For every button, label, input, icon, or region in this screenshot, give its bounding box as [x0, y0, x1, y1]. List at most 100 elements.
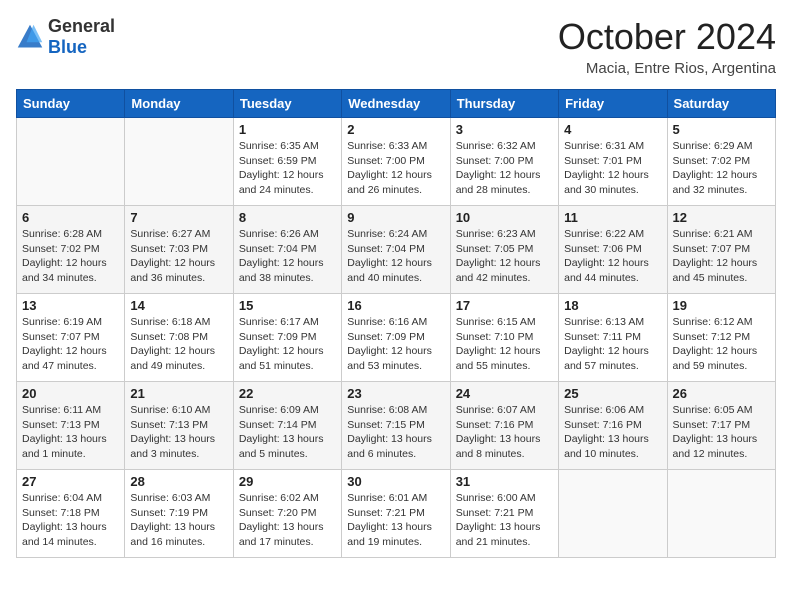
day-number: 13	[22, 298, 119, 313]
calendar-table: SundayMondayTuesdayWednesdayThursdayFrid…	[16, 89, 776, 558]
calendar-cell: 1Sunrise: 6:35 AMSunset: 6:59 PMDaylight…	[233, 118, 341, 206]
calendar-cell: 25 Sunrise: 6:06 AMSunset: 7:16 PMDayligh…	[559, 382, 667, 470]
calendar-week-row: 27Sunrise: 6:04 AMSunset: 7:18 PMDayligh…	[17, 470, 776, 558]
day-detail: Sunrise: 6:08 AMSunset: 7:15 PMDaylight:…	[347, 403, 444, 462]
day-number: 26	[673, 386, 770, 401]
day-number: 1	[239, 122, 336, 137]
calendar-cell: 16 Sunrise: 6:16 AMSunset: 7:09 PMDayligh…	[342, 294, 450, 382]
day-detail: Sunrise: 6:13 AMSunset: 7:11 PMDaylight:…	[564, 315, 661, 374]
day-detail: Sunrise: 6:15 AMSunset: 7:10 PMDaylight:…	[456, 315, 553, 374]
day-detail: Sunrise: 6:28 AMSunset: 7:02 PMDaylight:…	[22, 227, 119, 286]
day-detail: Sunrise: 6:19 AMSunset: 7:07 PMDaylight:…	[22, 315, 119, 374]
logo: General Blue	[16, 16, 115, 58]
weekday-header-tuesday: Tuesday	[233, 90, 341, 118]
page-header: General Blue October 2024 Macia, Entre R…	[16, 16, 776, 77]
day-number: 19	[673, 298, 770, 313]
calendar-cell: 14Sunrise: 6:18 AMSunset: 7:08 PMDayligh…	[125, 294, 233, 382]
day-number: 24	[456, 386, 553, 401]
day-detail: Sunrise: 6:17 AMSunset: 7:09 PMDaylight:…	[239, 315, 336, 374]
weekday-header-sunday: Sunday	[17, 90, 125, 118]
weekday-header-monday: Monday	[125, 90, 233, 118]
calendar-cell: 19 Sunrise: 6:12 AMSunset: 7:12 PMDayligh…	[667, 294, 775, 382]
calendar-cell: 21 Sunrise: 6:10 AMSunset: 7:13 PMDayligh…	[125, 382, 233, 470]
day-detail: Sunrise: 6:12 AMSunset: 7:12 PMDaylight:…	[673, 315, 770, 374]
day-detail: Sunrise: 6:24 AMSunset: 7:04 PMDaylight:…	[347, 227, 444, 286]
calendar-cell: 8 Sunrise: 6:26 AMSunset: 7:04 PMDaylight…	[233, 206, 341, 294]
weekday-header-saturday: Saturday	[667, 90, 775, 118]
day-number: 11	[564, 210, 661, 225]
day-number: 12	[673, 210, 770, 225]
calendar-cell: 7 Sunrise: 6:27 AMSunset: 7:03 PMDaylight…	[125, 206, 233, 294]
day-number: 25	[564, 386, 661, 401]
day-detail: Sunrise: 6:02 AMSunset: 7:20 PMDaylight:…	[239, 491, 336, 550]
day-number: 17	[456, 298, 553, 313]
calendar-cell: 13 Sunrise: 6:19 AMSunset: 7:07 PMDayligh…	[17, 294, 125, 382]
calendar-cell: 3 Sunrise: 6:32 AMSunset: 7:00 PMDaylight…	[450, 118, 558, 206]
day-number: 4	[564, 122, 661, 137]
calendar-cell: 5 Sunrise: 6:29 AMSunset: 7:02 PMDaylight…	[667, 118, 775, 206]
day-detail: Sunrise: 6:22 AMSunset: 7:06 PMDaylight:…	[564, 227, 661, 286]
day-detail: Sunrise: 6:23 AMSunset: 7:05 PMDaylight:…	[456, 227, 553, 286]
day-number: 7	[130, 210, 227, 225]
calendar-cell: 10Sunrise: 6:23 AMSunset: 7:05 PMDayligh…	[450, 206, 558, 294]
day-detail: Sunrise: 6:10 AMSunset: 7:13 PMDaylight:…	[130, 403, 227, 462]
day-detail: Sunrise: 6:33 AMSunset: 7:00 PMDaylight:…	[347, 139, 444, 198]
day-detail: Sunrise: 6:29 AMSunset: 7:02 PMDaylight:…	[673, 139, 770, 198]
day-number: 9	[347, 210, 444, 225]
day-detail: Sunrise: 6:31 AMSunset: 7:01 PMDaylight:…	[564, 139, 661, 198]
calendar-cell: 23 Sunrise: 6:08 AMSunset: 7:15 PMDayligh…	[342, 382, 450, 470]
day-detail: Sunrise: 6:11 AMSunset: 7:13 PMDaylight:…	[22, 403, 119, 462]
calendar-cell: 31 Sunrise: 6:00 AMSunset: 7:21 PMDayligh…	[450, 470, 558, 558]
day-number: 14	[130, 298, 227, 313]
day-number: 23	[347, 386, 444, 401]
day-number: 27	[22, 474, 119, 489]
calendar-cell: 15Sunrise: 6:17 AMSunset: 7:09 PMDayligh…	[233, 294, 341, 382]
day-number: 16	[347, 298, 444, 313]
calendar-cell	[667, 470, 775, 558]
day-detail: Sunrise: 6:16 AMSunset: 7:09 PMDaylight:…	[347, 315, 444, 374]
calendar-cell: 6Sunrise: 6:28 AMSunset: 7:02 PMDaylight…	[17, 206, 125, 294]
day-number: 30	[347, 474, 444, 489]
calendar-cell: 30 Sunrise: 6:01 AMSunset: 7:21 PMDayligh…	[342, 470, 450, 558]
day-detail: Sunrise: 6:27 AMSunset: 7:03 PMDaylight:…	[130, 227, 227, 286]
day-detail: Sunrise: 6:09 AMSunset: 7:14 PMDaylight:…	[239, 403, 336, 462]
day-detail: Sunrise: 6:21 AMSunset: 7:07 PMDaylight:…	[673, 227, 770, 286]
day-detail: Sunrise: 6:05 AMSunset: 7:17 PMDaylight:…	[673, 403, 770, 462]
logo-blue-text: Blue	[48, 37, 87, 57]
day-number: 29	[239, 474, 336, 489]
calendar-week-row: 20 Sunrise: 6:11 AMSunset: 7:13 PMDayligh…	[17, 382, 776, 470]
calendar-cell: 20 Sunrise: 6:11 AMSunset: 7:13 PMDayligh…	[17, 382, 125, 470]
title-block: October 2024 Macia, Entre Rios, Argentin…	[558, 16, 776, 77]
day-detail: Sunrise: 6:00 AMSunset: 7:21 PMDaylight:…	[456, 491, 553, 550]
month-title: October 2024	[558, 16, 776, 58]
calendar-cell	[17, 118, 125, 206]
day-number: 2	[347, 122, 444, 137]
calendar-cell: 28Sunrise: 6:03 AMSunset: 7:19 PMDayligh…	[125, 470, 233, 558]
day-detail: Sunrise: 6:32 AMSunset: 7:00 PMDaylight:…	[456, 139, 553, 198]
calendar-cell: 4 Sunrise: 6:31 AMSunset: 7:01 PMDaylight…	[559, 118, 667, 206]
calendar-week-row: 6Sunrise: 6:28 AMSunset: 7:02 PMDaylight…	[17, 206, 776, 294]
day-detail: Sunrise: 6:01 AMSunset: 7:21 PMDaylight:…	[347, 491, 444, 550]
day-number: 21	[130, 386, 227, 401]
day-detail: Sunrise: 6:06 AMSunset: 7:16 PMDaylight:…	[564, 403, 661, 462]
day-number: 3	[456, 122, 553, 137]
weekday-header-wednesday: Wednesday	[342, 90, 450, 118]
day-number: 20	[22, 386, 119, 401]
calendar-cell: 26 Sunrise: 6:05 AMSunset: 7:17 PMDayligh…	[667, 382, 775, 470]
calendar-cell: 27Sunrise: 6:04 AMSunset: 7:18 PMDayligh…	[17, 470, 125, 558]
calendar-week-row: 1Sunrise: 6:35 AMSunset: 6:59 PMDaylight…	[17, 118, 776, 206]
day-number: 18	[564, 298, 661, 313]
calendar-cell: 18 Sunrise: 6:13 AMSunset: 7:11 PMDayligh…	[559, 294, 667, 382]
day-detail: Sunrise: 6:26 AMSunset: 7:04 PMDaylight:…	[239, 227, 336, 286]
day-number: 5	[673, 122, 770, 137]
day-number: 31	[456, 474, 553, 489]
calendar-cell: 9 Sunrise: 6:24 AMSunset: 7:04 PMDaylight…	[342, 206, 450, 294]
calendar-week-row: 13 Sunrise: 6:19 AMSunset: 7:07 PMDayligh…	[17, 294, 776, 382]
calendar-header-row: SundayMondayTuesdayWednesdayThursdayFrid…	[17, 90, 776, 118]
calendar-cell: 24Sunrise: 6:07 AMSunset: 7:16 PMDayligh…	[450, 382, 558, 470]
day-number: 8	[239, 210, 336, 225]
calendar-cell: 29 Sunrise: 6:02 AMSunset: 7:20 PMDayligh…	[233, 470, 341, 558]
day-detail: Sunrise: 6:03 AMSunset: 7:19 PMDaylight:…	[130, 491, 227, 550]
day-number: 22	[239, 386, 336, 401]
calendar-cell: 2 Sunrise: 6:33 AMSunset: 7:00 PMDaylight…	[342, 118, 450, 206]
